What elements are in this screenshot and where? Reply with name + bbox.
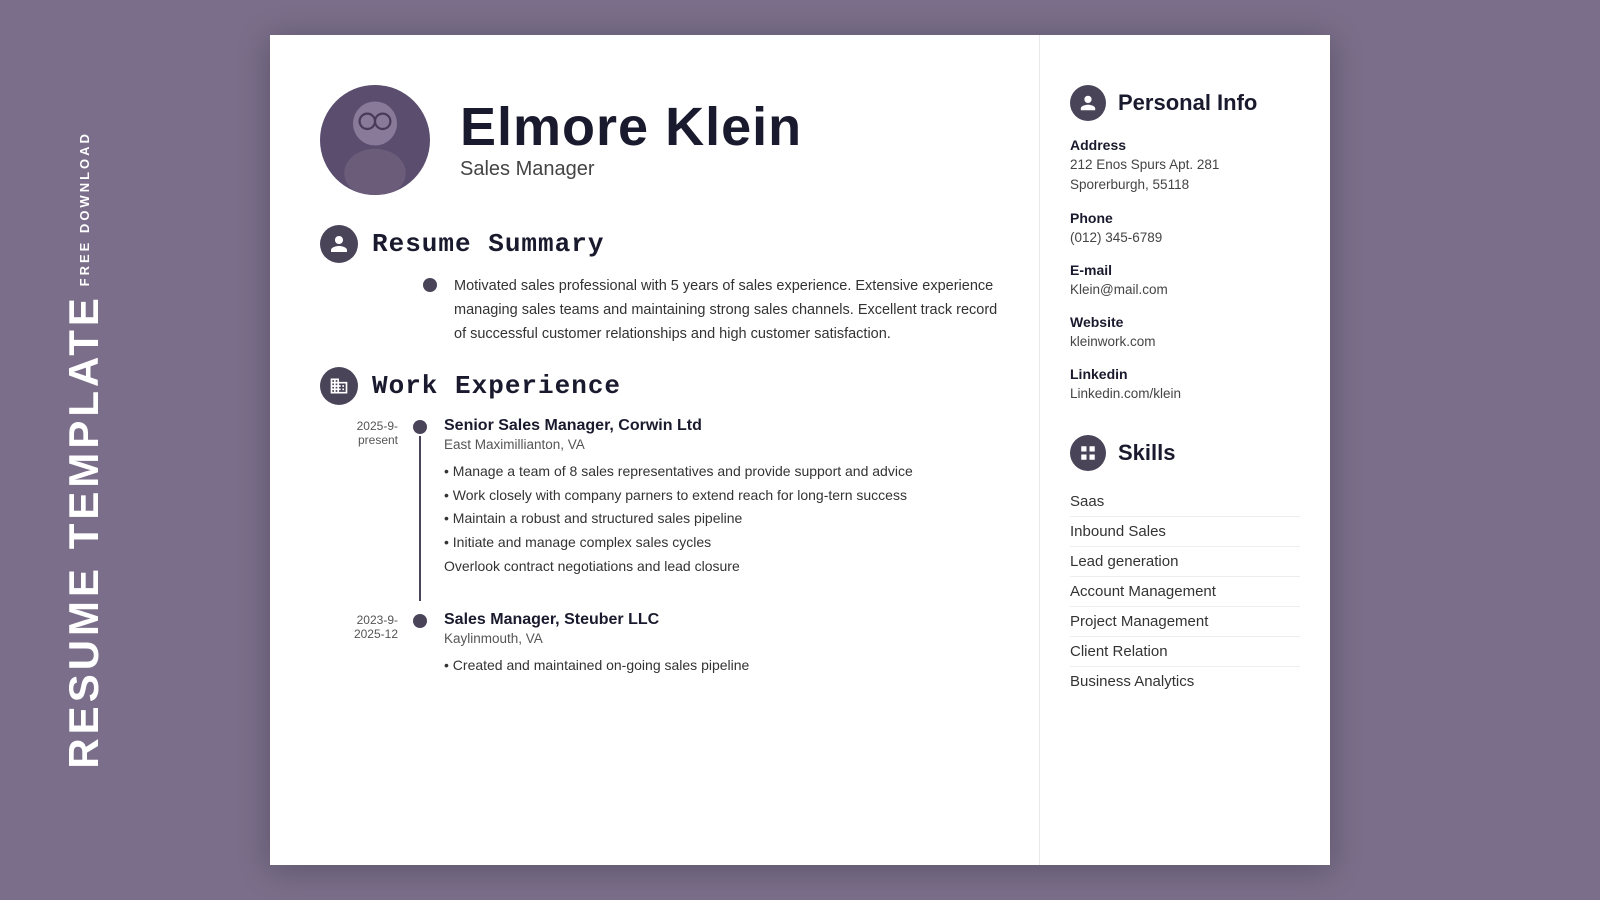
email-value: Klein@mail.com: [1070, 280, 1300, 300]
work-experience-title: Work Experience: [372, 371, 621, 401]
job-1-timeline: 2025-9- present Senior Sales Manager, Co…: [320, 417, 999, 601]
address-label: Address: [1070, 137, 1300, 153]
summary-section: Resume Summary Motivated sales professio…: [320, 225, 999, 347]
job-2-timeline: 2023-9- 2025-12 Sales Manager, Steuber L…: [320, 611, 999, 700]
skill-5: Client Relation: [1070, 637, 1300, 667]
job-2-dates: 2023-9- 2025-12: [320, 611, 410, 700]
avatar: [320, 85, 430, 195]
resume-template-text: RESUME TEMPLATE: [60, 294, 108, 769]
job-2-dot: [413, 614, 427, 628]
job-1-dot: [413, 420, 427, 434]
work-experience-header: Work Experience: [320, 367, 999, 405]
job-title: Sales Manager: [460, 158, 802, 181]
skill-6: Business Analytics: [1070, 667, 1300, 696]
phone-label: Phone: [1070, 210, 1300, 226]
summary-icon: [320, 225, 358, 263]
summary-header: Resume Summary: [320, 225, 999, 263]
bullet-1-3: • Maintain a robust and structured sales…: [444, 507, 999, 531]
job-1-content: Senior Sales Manager, Corwin Ltd East Ma…: [430, 417, 999, 579]
skill-2: Lead generation: [1070, 547, 1300, 577]
bullet-1-4: • Initiate and manage complex sales cycl…: [444, 531, 999, 555]
job-2-line: [410, 611, 430, 700]
job-1-vert: [419, 436, 421, 601]
job-1-location: East Maximillianton, VA: [444, 437, 999, 452]
website-value: kleinwork.com: [1070, 332, 1300, 352]
email-label: E-mail: [1070, 262, 1300, 278]
skills-title: Skills: [1118, 440, 1175, 466]
personal-info-icon: [1070, 85, 1106, 121]
resume-main: Elmore Klein Sales Manager Resume Summar…: [270, 35, 1040, 865]
linkedin-value: Linkedin.com/klein: [1070, 384, 1300, 404]
personal-info-title: Personal Info: [1118, 90, 1257, 116]
skills-section: Skills Saas Inbound Sales Lead generatio…: [1070, 435, 1300, 696]
website-item: Website kleinwork.com: [1070, 314, 1300, 352]
skill-0: Saas: [1070, 487, 1300, 517]
bullet-1-5: Overlook contract negotiations and lead …: [444, 555, 999, 579]
job-1-bullets: • Manage a team of 8 sales representativ…: [444, 460, 999, 579]
linkedin-label: Linkedin: [1070, 366, 1300, 382]
skills-header: Skills: [1070, 435, 1300, 471]
skill-3: Account Management: [1070, 577, 1300, 607]
summary-title: Resume Summary: [372, 229, 604, 259]
bullet-1-1: • Manage a team of 8 sales representativ…: [444, 460, 999, 484]
work-experience-section: Work Experience 2025-9- present Senior S…: [320, 367, 999, 700]
person-name: Elmore Klein: [460, 100, 802, 154]
bullet-1-2: • Work closely with company parners to e…: [444, 484, 999, 508]
job-1-title: Senior Sales Manager, Corwin Ltd: [444, 417, 999, 435]
phone-value: (012) 345-6789: [1070, 228, 1300, 248]
skill-4: Project Management: [1070, 607, 1300, 637]
resume-card: Elmore Klein Sales Manager Resume Summar…: [270, 35, 1330, 865]
resume-header: Elmore Klein Sales Manager: [320, 85, 999, 195]
skills-list: Saas Inbound Sales Lead generation Accou…: [1070, 487, 1300, 696]
job-1-dates: 2025-9- present: [320, 417, 410, 601]
free-download-text: FREE DOWNLOAD: [77, 131, 92, 286]
website-label: Website: [1070, 314, 1300, 330]
job-2-title: Sales Manager, Steuber LLC: [444, 611, 999, 629]
summary-timeline-line: [420, 275, 440, 347]
job-2-location: Kaylinmouth, VA: [444, 631, 999, 646]
summary-content: Motivated sales professional with 5 year…: [440, 275, 999, 347]
timeline-dot: [423, 278, 437, 292]
skills-icon: [1070, 435, 1106, 471]
bullet-2-1: • Created and maintained on-going sales …: [444, 654, 999, 678]
address-line2: Sporerburgh, 55118: [1070, 175, 1300, 195]
phone-item: Phone (012) 345-6789: [1070, 210, 1300, 248]
personal-info-section: Personal Info Address 212 Enos Spurs Apt…: [1070, 85, 1300, 405]
linkedin-item: Linkedin Linkedin.com/klein: [1070, 366, 1300, 404]
job-2-content: Sales Manager, Steuber LLC Kaylinmouth, …: [430, 611, 999, 678]
address-line1: 212 Enos Spurs Apt. 281: [1070, 155, 1300, 175]
resume-sidebar: Personal Info Address 212 Enos Spurs Apt…: [1040, 35, 1330, 865]
summary-text: Motivated sales professional with 5 year…: [454, 275, 999, 347]
job-1-line: [410, 417, 430, 601]
skill-1: Inbound Sales: [1070, 517, 1300, 547]
personal-info-header: Personal Info: [1070, 85, 1300, 121]
address-item: Address 212 Enos Spurs Apt. 281 Sporerbu…: [1070, 137, 1300, 196]
work-icon: [320, 367, 358, 405]
email-item: E-mail Klein@mail.com: [1070, 262, 1300, 300]
side-label: FREE DOWNLOAD RESUME TEMPLATE: [60, 131, 108, 769]
header-text: Elmore Klein Sales Manager: [460, 100, 802, 181]
job-2-bullets: • Created and maintained on-going sales …: [444, 654, 999, 678]
